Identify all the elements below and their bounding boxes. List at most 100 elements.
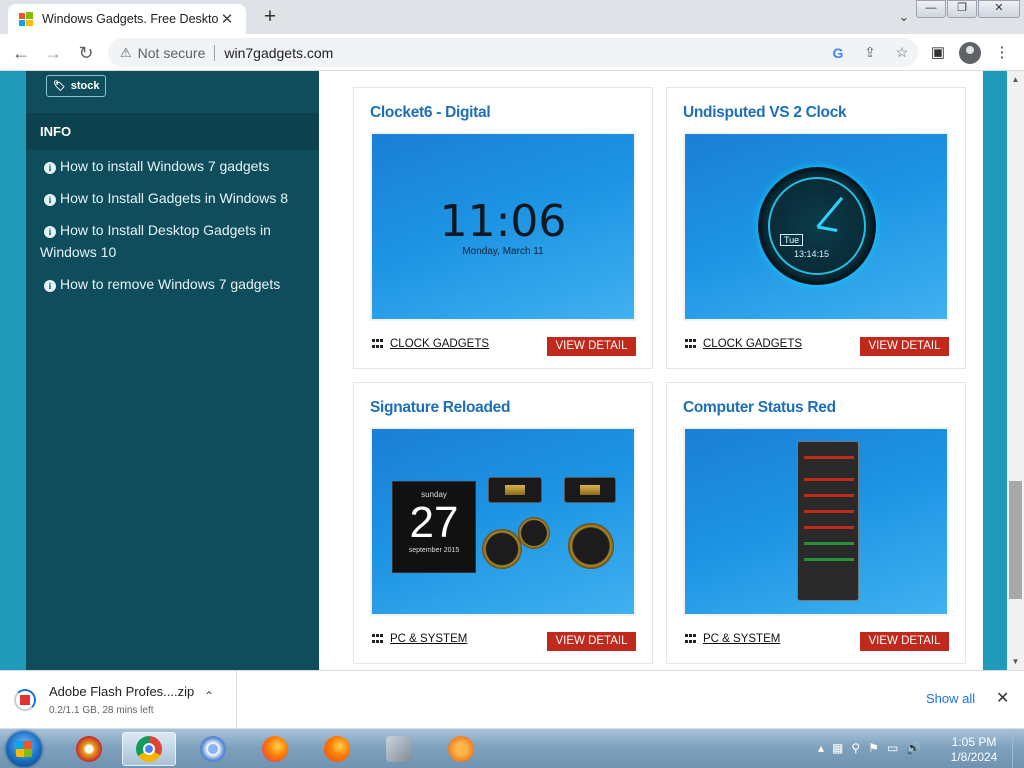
status-bar bbox=[804, 558, 854, 561]
download-options-chevron-icon[interactable]: ⌃ bbox=[204, 689, 214, 703]
view-detail-button[interactable]: VIEW DETAIL bbox=[860, 337, 949, 356]
taskbar-security-app-icon[interactable] bbox=[62, 732, 116, 766]
gadget-preview-image[interactable]: sunday 27 september 2015 bbox=[370, 427, 636, 616]
tray-expand-icon[interactable]: ▴ bbox=[818, 741, 824, 755]
close-download-bar-icon[interactable]: ✕ bbox=[996, 688, 1009, 708]
gadget-card: Signature Reloaded sunday 27 september 2… bbox=[353, 382, 653, 664]
view-detail-button[interactable]: VIEW DETAIL bbox=[547, 632, 636, 651]
gadget-preview-image[interactable]: 11:06 Monday, March 11 bbox=[370, 132, 636, 321]
info-heading: INFO bbox=[26, 113, 319, 150]
scrollbar-thumb[interactable] bbox=[1009, 481, 1022, 599]
taskbar-clock[interactable]: 1:05 PM 1/8/2024 bbox=[944, 735, 1004, 765]
taskbar-chrome-icon[interactable] bbox=[122, 732, 176, 766]
show-all-downloads-link[interactable]: Show all bbox=[926, 691, 975, 706]
system-status-preview bbox=[797, 441, 859, 601]
tray-network-icon[interactable]: ▭ bbox=[887, 741, 898, 755]
download-bar: Adobe Flash Profes....zip 0.2/1.1 GB, 28… bbox=[0, 670, 1024, 728]
info-icon: i bbox=[44, 280, 56, 292]
browser-toolbar: ← → ↻ ⚠ Not secure win7gadgets.com G ⇪ ☆… bbox=[0, 34, 1024, 71]
scroll-up-arrow-icon[interactable]: ▲ bbox=[1007, 71, 1024, 88]
taskbar-tools-app-icon[interactable] bbox=[372, 732, 426, 766]
taskbar-firefox-icon[interactable] bbox=[310, 732, 364, 766]
web-page: 🏷 stock INFO i How to install Windows 7 g… bbox=[0, 71, 1007, 670]
gadget-title-link[interactable]: Clocket6 - Digital bbox=[370, 104, 491, 122]
preview-clock-date: Monday, March 11 bbox=[462, 246, 544, 257]
browser-tab[interactable]: Windows Gadgets. Free Desktop ✕ bbox=[8, 4, 246, 34]
category-label: PC & SYSTEM bbox=[390, 633, 468, 645]
category-label: CLOCK GADGETS bbox=[390, 338, 490, 350]
tray-search-icon[interactable]: ⚲ bbox=[851, 741, 860, 755]
download-item[interactable]: Adobe Flash Profes....zip 0.2/1.1 GB, 28… bbox=[0, 671, 237, 728]
scroll-down-arrow-icon[interactable]: ▼ bbox=[1007, 653, 1024, 670]
tray-flag-icon[interactable]: ⚑ bbox=[868, 741, 879, 755]
grid-icon bbox=[372, 338, 384, 350]
info-link-install-win8[interactable]: i How to Install Gadgets in Windows 8 bbox=[40, 187, 305, 209]
tag-icon: 🏷 bbox=[53, 80, 66, 92]
view-detail-button[interactable]: VIEW DETAIL bbox=[547, 337, 636, 356]
not-secure-label[interactable]: Not secure bbox=[138, 45, 206, 61]
info-link-remove-win7[interactable]: i How to remove Windows 7 gadgets bbox=[40, 273, 305, 295]
category-link[interactable]: PC & SYSTEM bbox=[685, 633, 780, 645]
restore-button[interactable]: ❐ bbox=[947, 0, 977, 18]
profile-avatar-icon[interactable] bbox=[959, 42, 981, 64]
tag-label: stock bbox=[70, 80, 100, 92]
download-status: 0.2/1.1 GB, 28 mins left bbox=[49, 705, 154, 716]
tab-search-chevron-icon[interactable]: ⌄ bbox=[894, 9, 914, 25]
system-tray: ▴ ▦ ⚲ ⚑ ▭ 🔊 bbox=[818, 735, 929, 761]
back-button[interactable]: ← bbox=[8, 40, 34, 66]
analog-clock-preview: Tue 13:14:15 bbox=[758, 167, 876, 285]
reload-button[interactable]: ↻ bbox=[73, 40, 99, 66]
windows-favicon-icon bbox=[19, 12, 33, 26]
category-link[interactable]: CLOCK GADGETS bbox=[685, 338, 802, 350]
new-tab-button[interactable]: + bbox=[258, 6, 282, 28]
google-translate-icon[interactable]: G bbox=[822, 45, 854, 61]
clock-gauge-icon bbox=[568, 523, 614, 569]
page-scrollbar[interactable]: ▲ ▼ bbox=[1007, 71, 1024, 670]
url-text[interactable]: win7gadgets.com bbox=[224, 45, 822, 61]
weather-panel-icon bbox=[488, 477, 542, 503]
grid-icon bbox=[685, 633, 697, 645]
close-window-button[interactable]: ✕ bbox=[978, 0, 1020, 18]
gadget-title-link[interactable]: Undisputed VS 2 Clock bbox=[683, 104, 847, 122]
tray-app-icon[interactable]: ▦ bbox=[832, 741, 843, 755]
preview-clock-day: Tue bbox=[780, 234, 804, 246]
taskbar-chromium-icon[interactable] bbox=[186, 732, 240, 766]
gadget-title-link[interactable]: Signature Reloaded bbox=[370, 399, 510, 417]
preview-month: september 2015 bbox=[408, 547, 460, 554]
download-progress-icon bbox=[14, 689, 36, 711]
category-link[interactable]: CLOCK GADGETS bbox=[372, 338, 489, 350]
info-link-install-win10[interactable]: i How to Install Desktop Gadgets in Windo… bbox=[40, 219, 305, 263]
gadget-preview-image[interactable] bbox=[683, 427, 949, 616]
taskbar-audio-app-icon[interactable] bbox=[434, 732, 488, 766]
category-link[interactable]: PC & SYSTEM bbox=[372, 633, 467, 645]
taskbar-firefox-dev-icon[interactable] bbox=[248, 732, 302, 766]
minimize-button[interactable]: — bbox=[916, 0, 946, 18]
tab-title: Windows Gadgets. Free Desktop bbox=[42, 12, 218, 26]
chrome-menu-icon[interactable]: ⋮ bbox=[991, 42, 1013, 64]
gadget-title-link[interactable]: Computer Status Red bbox=[683, 399, 836, 417]
category-label: CLOCK GADGETS bbox=[703, 338, 803, 350]
view-detail-button[interactable]: VIEW DETAIL bbox=[860, 632, 949, 651]
gadget-card: Computer Status Red PC & SYSTEM VIEW DET… bbox=[666, 382, 966, 664]
bookmark-star-icon[interactable]: ☆ bbox=[886, 44, 918, 61]
preview-clock-time: 11:06 bbox=[439, 196, 567, 247]
preview-day-number: 27 bbox=[409, 498, 459, 547]
tray-volume-icon[interactable]: 🔊 bbox=[906, 741, 921, 755]
tab-close-icon[interactable]: ✕ bbox=[218, 10, 236, 28]
share-icon[interactable]: ⇪ bbox=[854, 44, 886, 61]
side-panel-icon[interactable]: ▣ bbox=[927, 42, 949, 64]
windows-taskbar: ▴ ▦ ⚲ ⚑ ▭ 🔊 1:05 PM 1/8/2024 bbox=[0, 728, 1024, 768]
network-panel-icon bbox=[564, 477, 616, 503]
forward-button[interactable]: → bbox=[40, 40, 66, 66]
address-bar[interactable]: ⚠ Not secure win7gadgets.com G ⇪ ☆ bbox=[108, 38, 918, 67]
info-icon: i bbox=[44, 194, 56, 206]
ram-gauge-icon bbox=[518, 517, 550, 549]
start-button[interactable] bbox=[6, 731, 42, 767]
gadget-preview-image[interactable]: Tue 13:14:15 bbox=[683, 132, 949, 321]
show-desktop-button[interactable] bbox=[1012, 729, 1024, 768]
omnibox-divider bbox=[214, 44, 216, 61]
tag-stock[interactable]: 🏷 stock bbox=[46, 75, 107, 97]
status-bar bbox=[804, 494, 854, 497]
info-link-install-win7[interactable]: i How to install Windows 7 gadgets bbox=[40, 155, 305, 177]
warning-icon[interactable]: ⚠ bbox=[120, 45, 132, 61]
